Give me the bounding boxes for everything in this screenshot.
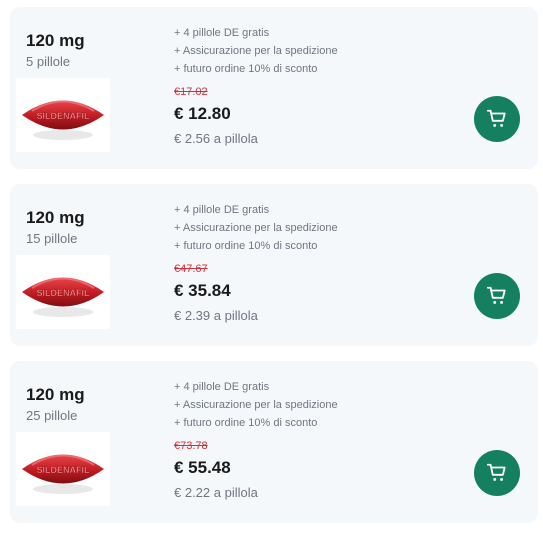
product-image: SILDENAFIL	[16, 255, 110, 329]
price: € 55.48	[174, 458, 231, 477]
perk-item: + Assicurazione per la spedizione	[174, 45, 338, 57]
add-to-cart-button[interactable]	[474, 450, 520, 496]
unit-price: € 2.39 a pillola	[174, 308, 258, 323]
dosage-label: 120 mg	[26, 208, 85, 227]
offer-card: 120 mg 15 pillole SILDENAFIL + 4 pillole…	[10, 184, 538, 346]
perk-item: + 4 pillole DE gratis	[174, 27, 270, 39]
dosage-label: 120 mg	[26, 31, 85, 50]
perks-list: + 4 pillole DE gratis + Assicurazione pe…	[174, 201, 414, 255]
pill-count: 25 pillole	[26, 408, 78, 423]
dosage-label: 120 mg	[26, 385, 85, 404]
price: € 12.80	[174, 104, 231, 123]
shopping-cart-icon	[486, 463, 506, 481]
perk-item: + 4 pillole DE gratis	[174, 381, 270, 393]
pill-imprint: SILDENAFIL	[37, 465, 91, 475]
perk-item: + 4 pillole DE gratis	[174, 204, 270, 216]
old-price: €73.78	[174, 440, 208, 452]
perk-item: + Assicurazione per la spedizione	[174, 399, 338, 411]
pill-image: SILDENAFIL	[22, 277, 104, 317]
add-to-cart-button[interactable]	[474, 96, 520, 142]
unit-price: € 2.56 a pillola	[174, 131, 258, 146]
perk-item: + futuro ordine 10% di sconto	[174, 240, 318, 252]
add-to-cart-button[interactable]	[474, 273, 520, 319]
old-price: €17.02	[174, 86, 208, 98]
offer-card: 120 mg 25 pillole SILDENAFIL + 4 pillole…	[10, 361, 538, 523]
shopping-cart-icon	[486, 286, 506, 304]
perks-list: + 4 pillole DE gratis + Assicurazione pe…	[174, 24, 414, 78]
offer-card: 120 mg 5 pillole SILDENAFIL + 4 pillole …	[10, 7, 538, 169]
shopping-cart-icon	[486, 109, 506, 127]
unit-price: € 2.22 a pillola	[174, 485, 258, 500]
offer-list: 120 mg 5 pillole SILDENAFIL + 4 pillole …	[0, 0, 543, 534]
old-price: €47.67	[174, 263, 208, 275]
pill-image: SILDENAFIL	[22, 100, 104, 140]
price: € 35.84	[174, 281, 231, 300]
perks-list: + 4 pillole DE gratis + Assicurazione pe…	[174, 378, 414, 432]
pill-count: 5 pillole	[26, 54, 71, 69]
perk-item: + futuro ordine 10% di sconto	[174, 417, 318, 429]
product-image: SILDENAFIL	[16, 78, 110, 152]
pill-count: 15 pillole	[26, 231, 78, 246]
pill-image: SILDENAFIL	[22, 454, 104, 494]
pill-imprint: SILDENAFIL	[37, 288, 91, 298]
perk-item: + Assicurazione per la spedizione	[174, 222, 338, 234]
perk-item: + futuro ordine 10% di sconto	[174, 63, 318, 75]
product-image: SILDENAFIL	[16, 432, 110, 506]
pill-imprint: SILDENAFIL	[37, 111, 91, 121]
